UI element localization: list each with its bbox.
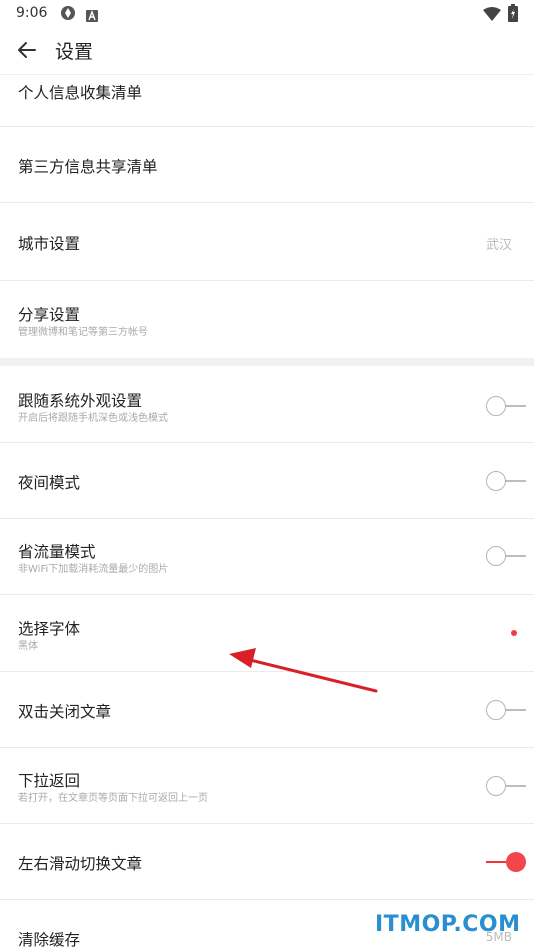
settings-item-subtitle: 非WiFi下加载消耗流量最少的图片 xyxy=(18,564,169,575)
settings-item-title: 下拉返回 xyxy=(18,772,81,790)
settings-item-title: 清除缓存 xyxy=(18,931,81,949)
settings-item-third-party-share-list[interactable]: 第三方信息共享清单 xyxy=(0,127,534,203)
status-bar: 9:06 xyxy=(0,0,534,28)
settings-item-subtitle: 黑体 xyxy=(18,641,38,652)
toggle-knob xyxy=(506,852,526,872)
toggle-knob xyxy=(486,546,506,566)
new-indicator-dot xyxy=(511,630,517,636)
settings-item-follow-system-appearance[interactable]: 跟随系统外观设置 开启后将跟随手机深色或浅色模式 xyxy=(0,366,534,443)
settings-item-subtitle: 开启后将跟随手机深色或浅色模式 xyxy=(18,413,168,424)
settings-item-title: 第三方信息共享清单 xyxy=(18,158,158,176)
settings-item-title: 跟随系统外观设置 xyxy=(18,392,143,410)
settings-item-title: 省流量模式 xyxy=(18,543,96,561)
settings-item-double-tap-close[interactable]: 双击关闭文章 xyxy=(0,672,534,748)
settings-item-title: 选择字体 xyxy=(18,620,81,638)
pull-down-back-toggle[interactable] xyxy=(486,775,526,797)
settings-item-night-mode[interactable]: 夜间模式 xyxy=(0,443,534,519)
settings-item-share[interactable]: 分享设置 管理微博和笔记等第三方帐号 xyxy=(0,281,534,358)
toggle-knob xyxy=(486,700,506,720)
wifi-icon xyxy=(483,6,501,21)
toggle-knob xyxy=(486,471,506,491)
toggle-track xyxy=(504,709,526,711)
toolbar: 设置 xyxy=(0,28,534,74)
battery-charging-icon xyxy=(508,4,518,22)
arrow-back-icon[interactable] xyxy=(17,40,37,60)
toggle-track xyxy=(504,785,526,787)
settings-item-title: 个人信息收集清单 xyxy=(18,84,143,102)
settings-item-pull-down-back[interactable]: 下拉返回 若打开，在文章页等页面下拉可返回上一页 xyxy=(0,748,534,824)
settings-item-subtitle: 管理微博和笔记等第三方帐号 xyxy=(18,327,148,338)
toggle-track xyxy=(504,555,526,557)
sync-app-icon xyxy=(60,5,76,21)
toggle-track xyxy=(504,405,526,407)
a-badge-icon xyxy=(86,7,98,22)
page-title: 设置 xyxy=(55,41,94,63)
data-saver-toggle[interactable] xyxy=(486,545,526,567)
settings-item-select-font[interactable]: 选择字体 黑体 xyxy=(0,595,534,672)
settings-item-title: 夜间模式 xyxy=(18,474,81,492)
settings-item-subtitle: 若打开，在文章页等页面下拉可返回上一页 xyxy=(18,793,208,804)
toggle-track xyxy=(504,480,526,482)
swipe-switch-toggle[interactable] xyxy=(486,851,526,873)
night-mode-toggle[interactable] xyxy=(486,470,526,492)
settings-item-personal-info-list[interactable]: 个人信息收集清单 xyxy=(0,74,534,127)
settings-item-title: 左右滑动切换文章 xyxy=(18,855,143,873)
settings-item-title: 双击关闭文章 xyxy=(18,703,112,721)
settings-item-data-saver[interactable]: 省流量模式 非WiFi下加载消耗流量最少的图片 xyxy=(0,519,534,595)
toggle-knob xyxy=(486,776,506,796)
settings-item-swipe-switch-article[interactable]: 左右滑动切换文章 xyxy=(0,824,534,900)
settings-item-title: 城市设置 xyxy=(18,235,81,253)
toggle-knob xyxy=(486,396,506,416)
follow-system-toggle[interactable] xyxy=(486,395,526,417)
section-divider xyxy=(0,358,534,366)
double-tap-close-toggle[interactable] xyxy=(486,699,526,721)
settings-item-city[interactable]: 城市设置 武汉 xyxy=(0,203,534,281)
watermark-logo: ITMOP.COM xyxy=(375,912,521,937)
status-time: 9:06 xyxy=(16,5,48,21)
settings-item-title: 分享设置 xyxy=(18,306,81,324)
city-value: 武汉 xyxy=(485,238,512,253)
